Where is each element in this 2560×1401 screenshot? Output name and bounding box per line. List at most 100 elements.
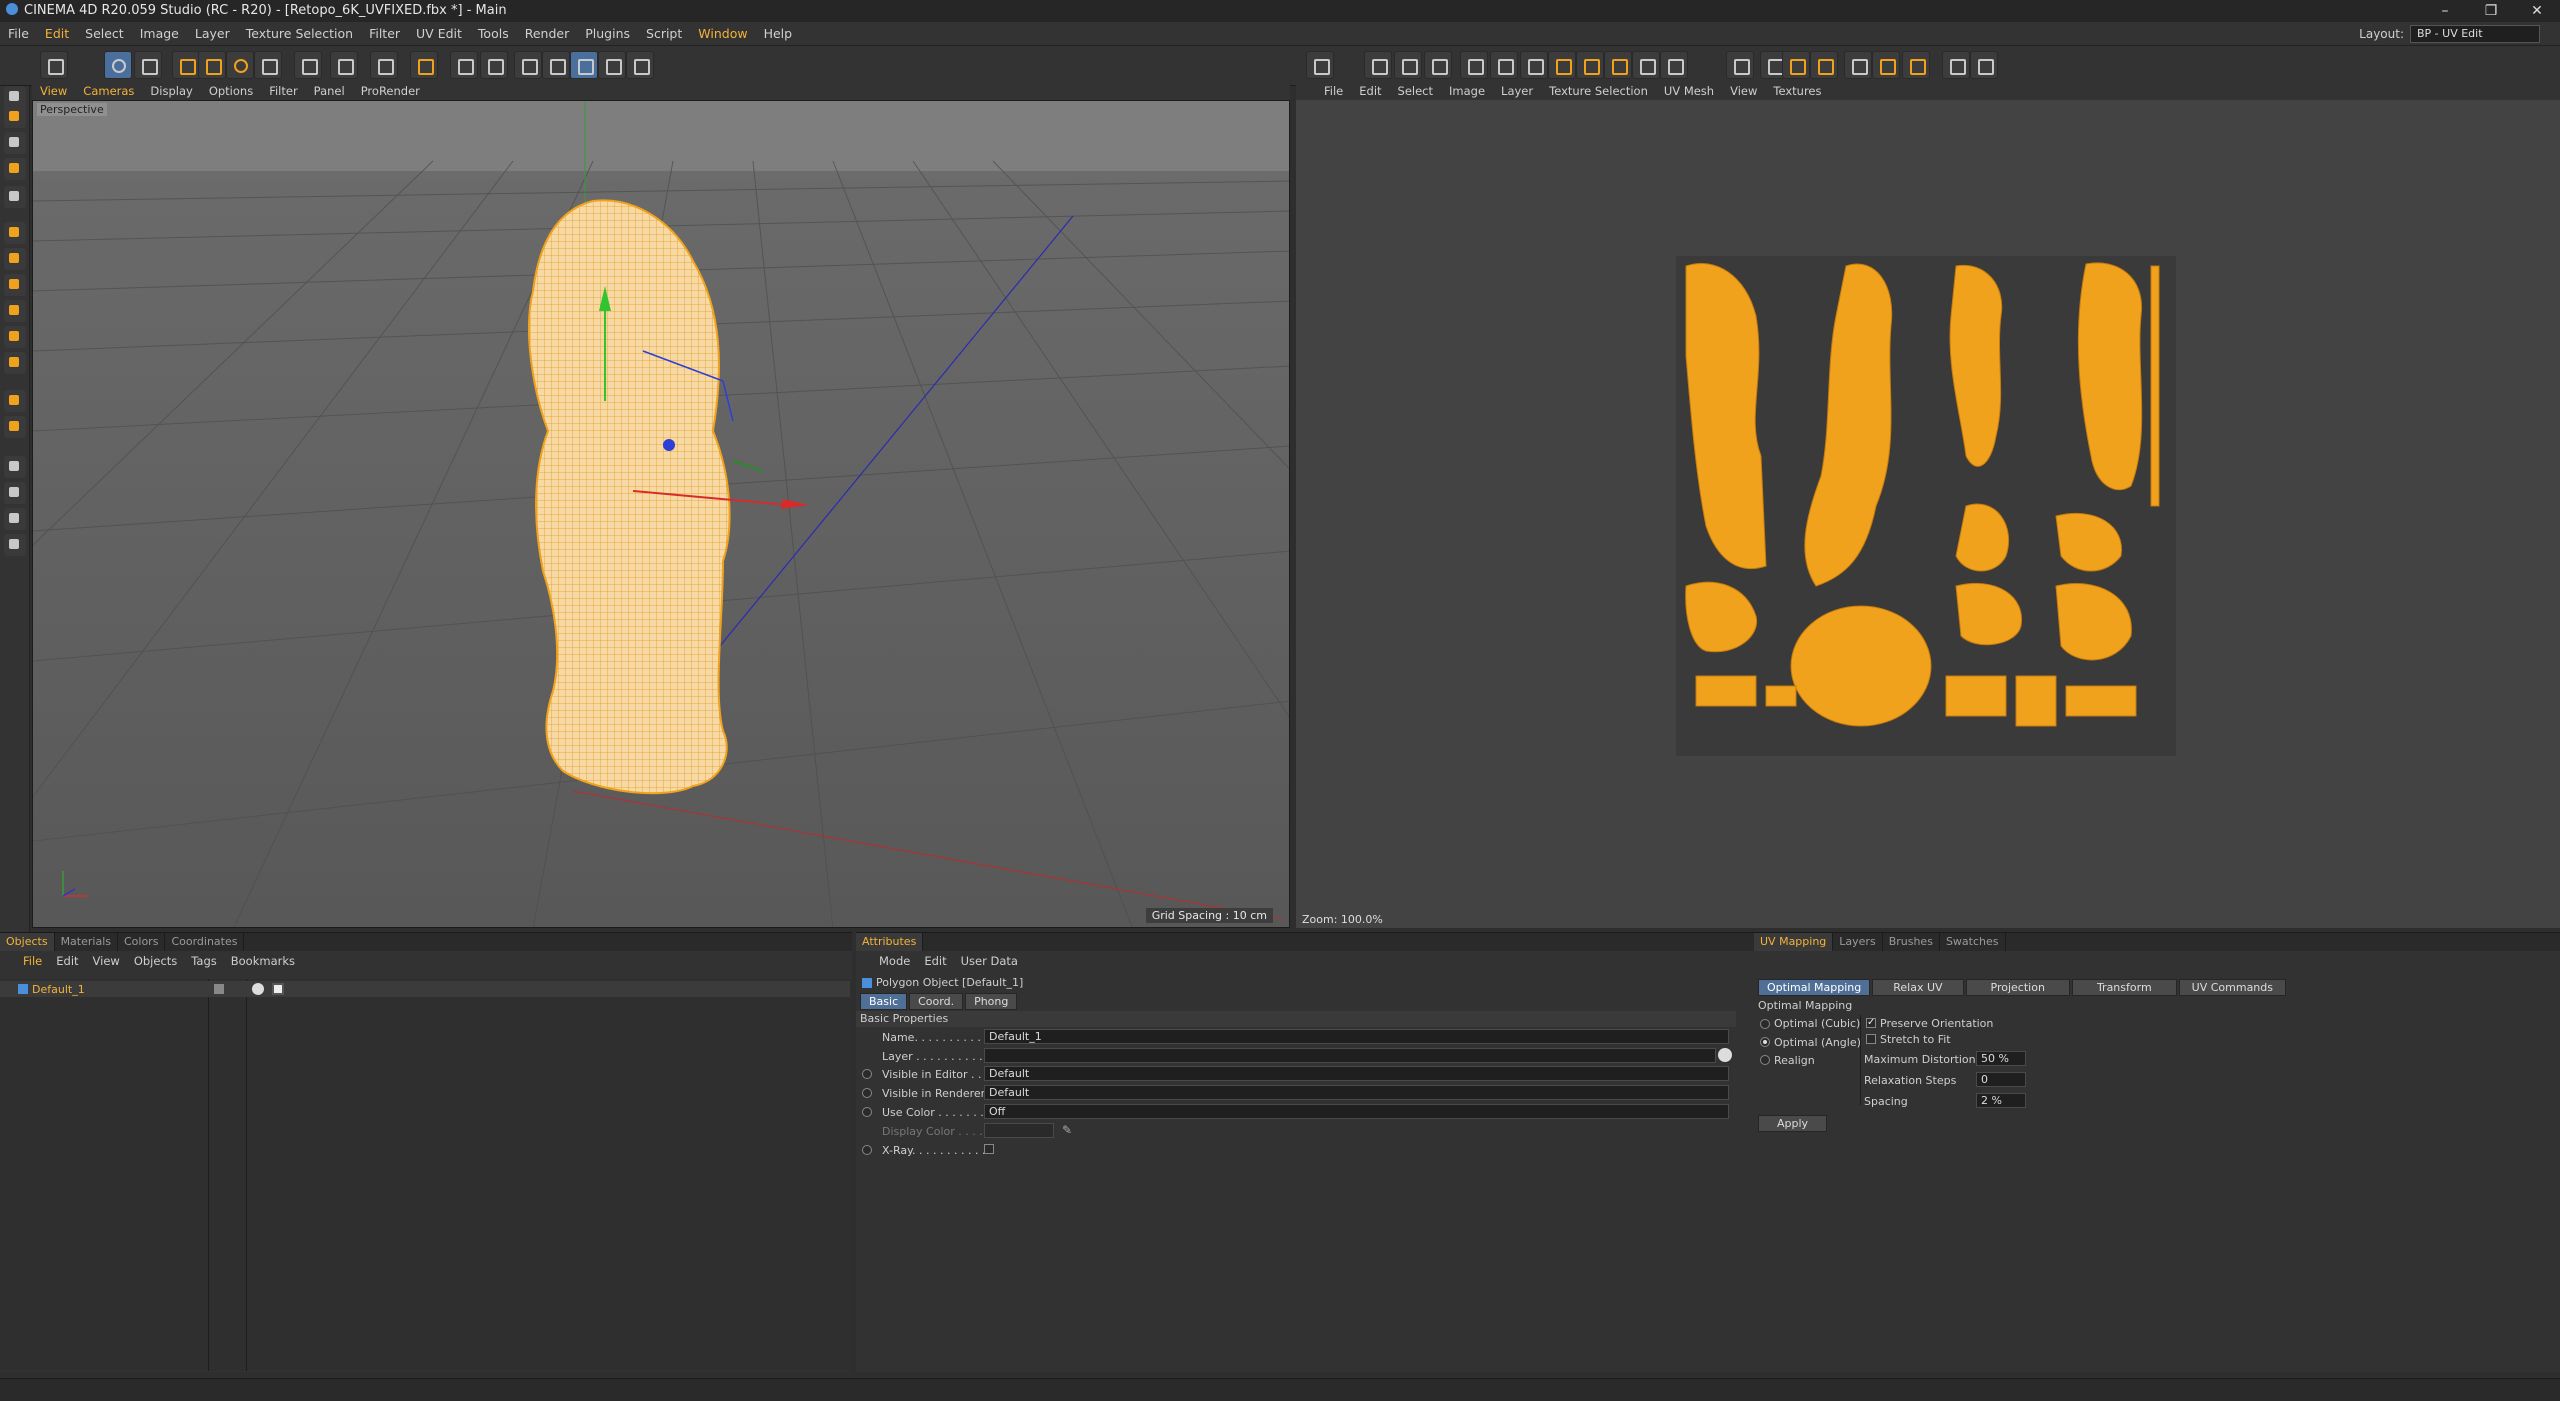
- use-color-select[interactable]: Off: [984, 1104, 1729, 1119]
- world-coordinates-icon[interactable]: [330, 51, 358, 79]
- viewport-menu-view[interactable]: View: [32, 82, 75, 100]
- menu-filter[interactable]: Filter: [361, 22, 408, 46]
- uv-flip-icon[interactable]: [1660, 51, 1688, 79]
- uv-menu-edit[interactable]: Edit: [1351, 82, 1389, 100]
- menu-edit[interactable]: Edit: [37, 22, 77, 46]
- uv-align-2-icon[interactable]: [1576, 51, 1604, 79]
- selection-mode-icon[interactable]: [134, 51, 162, 79]
- subtab-transform[interactable]: Transform: [2071, 979, 2177, 996]
- layout-dropdown[interactable]: BP - UV Edit: [2410, 25, 2540, 43]
- menu-plugins[interactable]: Plugins: [577, 22, 638, 46]
- menu-file[interactable]: File: [0, 22, 37, 46]
- subtab-projection[interactable]: Projection: [1965, 979, 2070, 996]
- palette-workplane-icon[interactable]: [4, 534, 26, 556]
- objects-menu-edit[interactable]: Edit: [49, 954, 85, 968]
- palette-eraser-icon[interactable]: [4, 274, 26, 296]
- uv-tool-4-icon[interactable]: [1460, 51, 1488, 79]
- palette-tool-1-icon[interactable]: [4, 86, 26, 108]
- scale-icon[interactable]: [198, 51, 226, 79]
- uvw-tag-icon[interactable]: [272, 983, 284, 995]
- uv-menu-select[interactable]: Select: [1390, 82, 1441, 100]
- uv-menu-file[interactable]: File: [1316, 82, 1351, 100]
- uv-align-1-icon[interactable]: [1548, 51, 1576, 79]
- checker-icon[interactable]: [1306, 51, 1334, 79]
- objects-menu-file[interactable]: File: [16, 954, 49, 968]
- viewport-menu-panel[interactable]: Panel: [306, 82, 353, 100]
- restore-icon[interactable]: ❐: [2468, 0, 2514, 22]
- radio-realign[interactable]: [1760, 1055, 1770, 1065]
- polygons-mode-icon[interactable]: [570, 51, 598, 79]
- tab-coordinates[interactable]: Coordinates: [165, 933, 245, 951]
- attributes-menu-edit[interactable]: Edit: [917, 954, 953, 968]
- render-region-icon[interactable]: [450, 51, 478, 79]
- subtab-basic[interactable]: Basic: [860, 993, 908, 1010]
- palette-text-icon[interactable]: [4, 390, 26, 412]
- tab-objects[interactable]: Objects: [0, 933, 55, 951]
- uv-menu-image[interactable]: Image: [1441, 82, 1493, 100]
- menu-layer[interactable]: Layer: [187, 22, 238, 46]
- phong-tag-icon[interactable]: [252, 983, 264, 995]
- visibility-dot-icon[interactable]: [214, 984, 224, 994]
- minimize-icon[interactable]: –: [2422, 0, 2468, 22]
- uv-tool-1-icon[interactable]: [1364, 51, 1392, 79]
- palette-magnet-icon[interactable]: [4, 482, 26, 504]
- menu-image[interactable]: Image: [132, 22, 187, 46]
- subtab-relax-uv[interactable]: Relax UV: [1872, 979, 1964, 996]
- uv-tool-7-icon[interactable]: [1726, 51, 1754, 79]
- viewport-menu-display[interactable]: Display: [142, 82, 200, 100]
- xray-checkbox[interactable]: [984, 1144, 994, 1154]
- axis-lock-icon[interactable]: [294, 51, 322, 79]
- tab-uv-mapping[interactable]: UV Mapping: [1754, 933, 1834, 951]
- menu-select[interactable]: Select: [77, 22, 132, 46]
- render-view-icon[interactable]: [370, 51, 398, 79]
- uv-tool-9-icon[interactable]: [1782, 51, 1810, 79]
- viewport-menu-filter[interactable]: Filter: [261, 82, 305, 100]
- render-picture-icon[interactable]: [480, 51, 508, 79]
- palette-tool-2-icon[interactable]: [4, 132, 26, 154]
- subtab-uv-commands[interactable]: UV Commands: [2178, 979, 2286, 996]
- uv-menu-uv-mesh[interactable]: UV Mesh: [1656, 82, 1722, 100]
- attributes-menu-user-data[interactable]: User Data: [954, 954, 1025, 968]
- subtab-optimal-mapping[interactable]: Optimal Mapping: [1758, 979, 1871, 996]
- color-picker-icon[interactable]: ✎: [1062, 1123, 1072, 1137]
- uv-tool-11-icon[interactable]: [1844, 51, 1872, 79]
- tab-brushes[interactable]: Brushes: [1883, 933, 1940, 951]
- apply-button[interactable]: Apply: [1758, 1115, 1828, 1132]
- live-selection-icon[interactable]: [104, 51, 132, 79]
- uv-menu-view[interactable]: View: [1722, 82, 1765, 100]
- tab-materials[interactable]: Materials: [55, 933, 118, 951]
- viewport-menu-prorender[interactable]: ProRender: [353, 82, 428, 100]
- uv-menu-textures[interactable]: Textures: [1765, 82, 1829, 100]
- tab-layers[interactable]: Layers: [1833, 933, 1883, 951]
- perspective-viewport[interactable]: Perspective Grid Spacing : 10 cm: [32, 100, 1290, 928]
- max-distortion-field[interactable]: 50 %: [1976, 1051, 2026, 1066]
- uv-editor-view[interactable]: Zoom: 100.0%: [1296, 100, 2560, 928]
- uv-menu-layer[interactable]: Layer: [1493, 82, 1541, 100]
- visible-renderer-anim-icon[interactable]: [862, 1088, 872, 1098]
- palette-tool-4-icon[interactable]: [4, 186, 26, 208]
- menu-render[interactable]: Render: [517, 22, 578, 46]
- edges-mode-icon[interactable]: [542, 51, 570, 79]
- uv-points-icon[interactable]: [598, 51, 626, 79]
- spline-icon[interactable]: [410, 51, 438, 79]
- tab-colors[interactable]: Colors: [118, 933, 166, 951]
- visible-editor-anim-icon[interactable]: [862, 1069, 872, 1079]
- objects-menu-tags[interactable]: Tags: [184, 954, 223, 968]
- rotate-icon[interactable]: [226, 51, 254, 79]
- menu-texture-selection[interactable]: Texture Selection: [238, 22, 361, 46]
- uv-align-3-icon[interactable]: [1604, 51, 1632, 79]
- layer-field[interactable]: [984, 1048, 1716, 1063]
- uv-tool-2-icon[interactable]: [1394, 51, 1422, 79]
- preserve-orientation-checkbox[interactable]: ✓: [1866, 1018, 1876, 1028]
- undo-icon[interactable]: [40, 51, 68, 79]
- tab-attributes[interactable]: Attributes: [856, 933, 924, 951]
- relaxation-steps-field[interactable]: 0: [1976, 1072, 2026, 1087]
- viewport-menu-options[interactable]: Options: [201, 82, 261, 100]
- objects-menu-objects[interactable]: Objects: [127, 954, 184, 968]
- palette-smudge-icon[interactable]: [4, 352, 26, 374]
- palette-fill-icon[interactable]: [4, 300, 26, 322]
- subtab-coord[interactable]: Coord.: [909, 993, 964, 1010]
- palette-brush-icon[interactable]: [4, 222, 26, 244]
- uv-tool-14-icon[interactable]: [1942, 51, 1970, 79]
- menu-tools[interactable]: Tools: [470, 22, 517, 46]
